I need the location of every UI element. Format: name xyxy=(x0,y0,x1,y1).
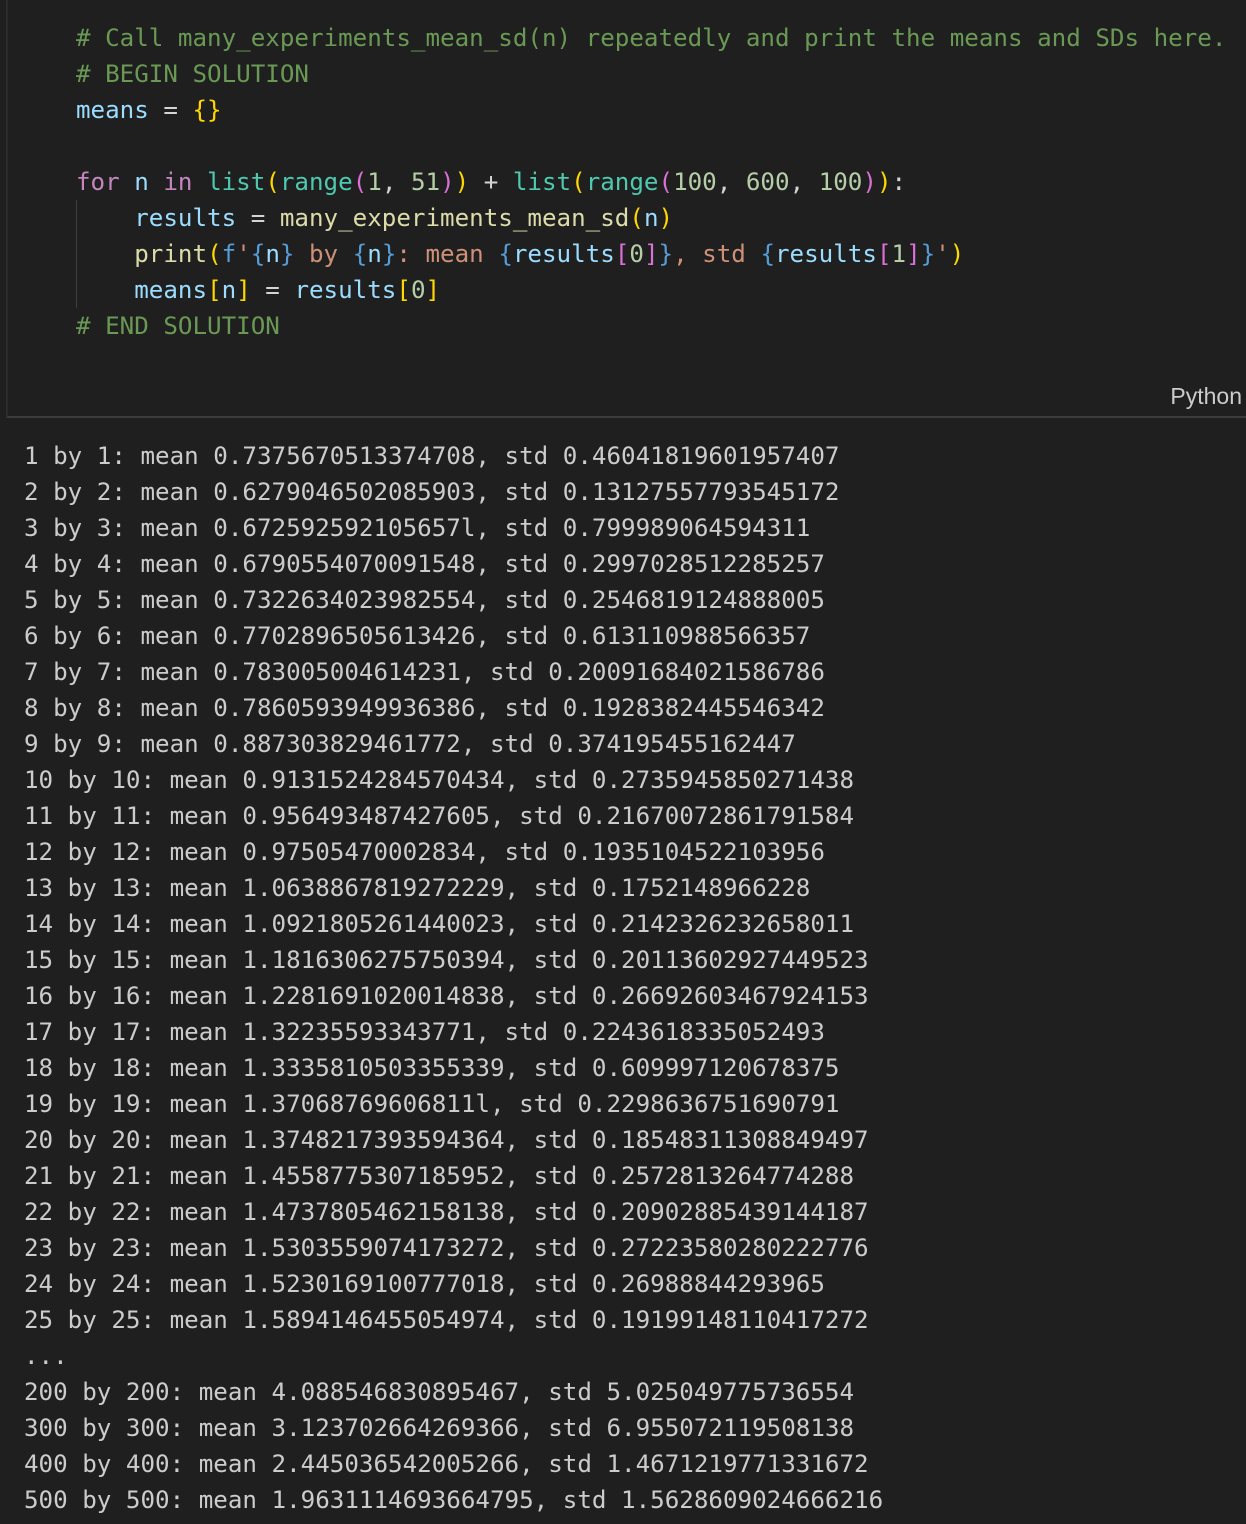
code-line-results: results = many_experiments_mean_sd(n) xyxy=(134,204,674,232)
output-line: 2 by 2: mean 0.6279046502085903, std 0.1… xyxy=(24,478,840,506)
output-line: 11 by 11: mean 0.956493487427605, std 0.… xyxy=(24,802,855,830)
code-cell[interactable]: # Call many_experiments_mean_sd(n) repea… xyxy=(6,0,1246,418)
output-line: 200 by 200: mean 4.088546830895467, std … xyxy=(24,1378,855,1406)
output-line: 17 by 17: mean 1.32235593343771, std 0.2… xyxy=(24,1018,825,1046)
output-line: 500 by 500: mean 1.9631114693664795, std… xyxy=(24,1486,884,1514)
output-line: 10 by 10: mean 0.9131524284570434, std 0… xyxy=(24,766,855,794)
output-line: 1 by 1: mean 0.7375670513374708, std 0.4… xyxy=(24,442,840,470)
code-line-for-loop: for n in list(range(1, 51)) + list(range… xyxy=(76,168,907,196)
output-line: 13 by 13: mean 1.0638867819272229, std 0… xyxy=(24,874,811,902)
indent-guide xyxy=(76,200,77,308)
output-line: 9 by 9: mean 0.887303829461772, std 0.37… xyxy=(24,730,796,758)
output-line: 300 by 300: mean 3.123702664269366, std … xyxy=(24,1414,855,1442)
output-line: 16 by 16: mean 1.2281691020014838, std 0… xyxy=(24,982,869,1010)
output-line: 21 by 21: mean 1.4558775307185952, std 0… xyxy=(24,1162,855,1190)
output-line: 400 by 400: mean 2.445036542005266, std … xyxy=(24,1450,869,1478)
output-line: 6 by 6: mean 0.7702896505613426, std 0.6… xyxy=(24,622,811,650)
output-ellipsis: ... xyxy=(24,1342,68,1370)
output-line: 23 by 23: mean 1.5303559074173272, std 0… xyxy=(24,1234,869,1262)
output-line: 22 by 22: mean 1.4737805462158138, std 0… xyxy=(24,1198,869,1226)
output-line: 3 by 3: mean 0.672592592105657l, std 0.7… xyxy=(24,514,811,542)
output-line: 12 by 12: mean 0.97505470002834, std 0.1… xyxy=(24,838,825,866)
output-line: 5 by 5: mean 0.732263402398255­4, std 0.… xyxy=(24,586,825,614)
output-line: 25 by 25: mean 1.5894146455054974, std 0… xyxy=(24,1306,869,1334)
code-editor[interactable]: # Call many_experiments_mean_sd(n) repea… xyxy=(76,20,1226,344)
code-line-means-init: means = {} xyxy=(76,96,222,124)
output-line: 14 by 14: mean 1.0921805261440023, std 0… xyxy=(24,910,855,938)
output-line: 20 by 20: mean 1.3748217393594364, std 0… xyxy=(24,1126,869,1154)
cell-output: 1 by 1: mean 0.7375670513374708, std 0.4… xyxy=(24,438,883,1518)
output-line: 15 by 15: mean 1.1816306275750394, std 0… xyxy=(24,946,869,974)
output-line: 24 by 24: mean 1.5230169100777018, std 0… xyxy=(24,1270,825,1298)
output-line: 8 by 8: mean 0.7860593949936386, std 0.1… xyxy=(24,694,825,722)
code-comment-end: # END SOLUTION xyxy=(76,312,280,340)
code-line-print: print(f'{n} by {n}: mean {results[0]}, s… xyxy=(134,240,965,268)
output-line: 18 by 18: mean 1.3335810503355339, std 0… xyxy=(24,1054,840,1082)
output-line: 4 by 4: mean 0.6790554070091548, std 0.2… xyxy=(24,550,825,578)
code-comment-begin: # BEGIN SOLUTION xyxy=(76,60,309,88)
output-line: 19 by 19: mean 1.37068769606811l, std 0.… xyxy=(24,1090,840,1118)
code-line-means-assign: means[n] = results[0] xyxy=(134,276,441,304)
output-line: 7 by 7: mean 0.783005004614231, std 0.20… xyxy=(24,658,825,686)
code-comment-line: # Call many_experiments_mean_sd(n) repea… xyxy=(76,24,1227,52)
cell-language-label[interactable]: Python xyxy=(1170,383,1242,410)
